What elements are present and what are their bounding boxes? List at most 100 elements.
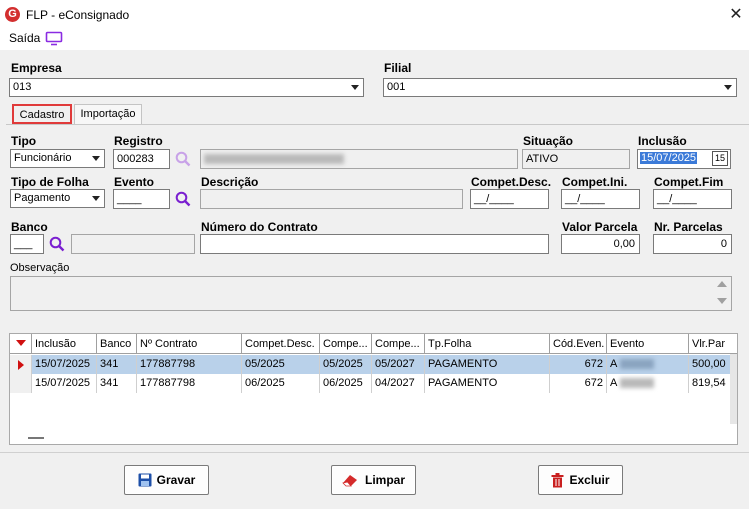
sort-indicator-icon[interactable] bbox=[10, 334, 32, 354]
column-header[interactable]: Evento bbox=[607, 334, 689, 354]
cell-evento: A bbox=[607, 355, 689, 374]
banco-label: Banco bbox=[11, 220, 48, 234]
evento-field[interactable]: ____ bbox=[113, 189, 170, 209]
search-icon[interactable] bbox=[49, 236, 65, 252]
nr-parcelas-field[interactable]: 0 bbox=[653, 234, 732, 254]
empresa-select[interactable]: 013 bbox=[9, 78, 364, 97]
chevron-down-icon bbox=[89, 191, 103, 206]
scroll-down-icon[interactable] bbox=[717, 298, 727, 304]
cell-compet-desc: 06/2025 bbox=[242, 374, 320, 393]
contracts-grid[interactable]: Inclusão Banco Nº Contrato Compet.Desc. … bbox=[9, 333, 738, 445]
save-icon bbox=[138, 473, 152, 487]
filial-value: 001 bbox=[387, 81, 406, 93]
column-header[interactable]: Vlr.Par bbox=[689, 334, 737, 354]
column-header[interactable]: Compe... bbox=[372, 334, 425, 354]
close-icon[interactable]: ✕ bbox=[727, 4, 745, 24]
column-header[interactable]: Banco bbox=[97, 334, 137, 354]
empresa-label: Empresa bbox=[11, 61, 62, 75]
tipo-label: Tipo bbox=[11, 134, 37, 148]
tab-cadastro[interactable]: Cadastro bbox=[12, 104, 72, 124]
evento-label: Evento bbox=[114, 175, 155, 189]
trash-icon bbox=[551, 472, 564, 487]
cell-banco: 341 bbox=[97, 374, 137, 393]
gravar-button[interactable]: Gravar bbox=[124, 465, 209, 495]
column-header[interactable]: Nº Contrato bbox=[137, 334, 242, 354]
valor-parcela-field[interactable]: 0,00 bbox=[561, 234, 640, 254]
descricao-label: Descrição bbox=[201, 175, 259, 189]
compet-ini-field[interactable]: __/____ bbox=[561, 189, 640, 209]
compet-fim-field[interactable]: __/____ bbox=[653, 189, 732, 209]
gravar-label: Gravar bbox=[156, 473, 196, 487]
column-header[interactable]: Inclusão bbox=[32, 334, 97, 354]
numero-contrato-label: Número do Contrato bbox=[201, 220, 318, 234]
compet-desc-label: Compet.Desc. bbox=[471, 175, 552, 189]
grid-header: Inclusão Banco Nº Contrato Compet.Desc. … bbox=[10, 334, 737, 354]
monitor-icon[interactable] bbox=[45, 31, 63, 46]
cell-cod-even: 672 bbox=[550, 374, 607, 393]
nr-parcelas-label: Nr. Parcelas bbox=[654, 220, 723, 234]
redacted-name bbox=[204, 154, 344, 165]
excluir-label: Excluir bbox=[569, 473, 610, 487]
situacao-label: Situação bbox=[523, 134, 574, 148]
redacted-evento bbox=[619, 378, 654, 389]
grid-vertical-scrollbar[interactable] bbox=[730, 354, 737, 424]
table-row[interactable]: 15/07/2025 341 177887798 06/2025 06/2025… bbox=[10, 374, 737, 393]
compet-desc-field[interactable]: __/____ bbox=[470, 189, 549, 209]
observacao-label: Observação bbox=[10, 262, 70, 274]
saida-menu-item[interactable]: Saída bbox=[9, 31, 40, 45]
grid-horizontal-scroll-thumb[interactable] bbox=[28, 437, 44, 439]
cell-compet-ini: 06/2025 bbox=[320, 374, 372, 393]
chevron-down-icon bbox=[89, 151, 103, 166]
cell-banco: 341 bbox=[97, 355, 137, 374]
compet-fim-label: Compet.Fim bbox=[654, 175, 724, 189]
cell-evento: A bbox=[607, 374, 689, 393]
table-row[interactable]: 15/07/2025 341 177887798 05/2025 05/2025… bbox=[10, 355, 737, 374]
filial-select[interactable]: 001 bbox=[383, 78, 737, 97]
row-pointer-icon bbox=[10, 355, 32, 374]
cell-compet-fim: 05/2027 bbox=[372, 355, 425, 374]
column-header[interactable]: Tp.Folha bbox=[425, 334, 550, 354]
search-icon[interactable] bbox=[175, 151, 191, 167]
excluir-button[interactable]: Excluir bbox=[538, 465, 623, 495]
situacao-field: ATIVO bbox=[522, 149, 630, 169]
limpar-label: Limpar bbox=[364, 473, 405, 487]
banco-field[interactable]: ___ bbox=[10, 234, 44, 254]
registro-field[interactable]: 000283 bbox=[113, 149, 170, 169]
observacao-textarea[interactable] bbox=[10, 276, 732, 311]
inclusao-label: Inclusão bbox=[638, 134, 687, 148]
cell-compet-ini: 05/2025 bbox=[320, 355, 372, 374]
tipo-folha-label: Tipo de Folha bbox=[11, 175, 89, 189]
numero-contrato-field[interactable] bbox=[200, 234, 549, 254]
calendar-icon[interactable]: 15 bbox=[712, 151, 728, 166]
eraser-icon bbox=[342, 475, 357, 487]
column-header[interactable]: Cód.Even. bbox=[550, 334, 607, 354]
cell-inclusao: 15/07/2025 bbox=[32, 374, 97, 393]
window-title: FLP - eConsignado bbox=[26, 8, 130, 22]
chevron-down-icon bbox=[348, 80, 362, 95]
column-header[interactable]: Compe... bbox=[320, 334, 372, 354]
tipo-select[interactable]: Funcionário bbox=[10, 149, 105, 168]
registro-name-field bbox=[200, 149, 518, 169]
empresa-value: 013 bbox=[13, 81, 32, 93]
tipo-value: Funcionário bbox=[14, 152, 72, 164]
cell-cod-even: 672 bbox=[550, 355, 607, 374]
cell-contrato: 177887798 bbox=[137, 374, 242, 393]
tipo-folha-select[interactable]: Pagamento bbox=[10, 189, 105, 208]
search-icon[interactable] bbox=[175, 191, 191, 207]
scroll-up-icon[interactable] bbox=[717, 281, 727, 287]
cell-evento-text: A bbox=[610, 377, 617, 389]
limpar-button[interactable]: Limpar bbox=[331, 465, 416, 495]
cell-tp-folha: PAGAMENTO bbox=[425, 374, 550, 393]
redacted-evento bbox=[619, 359, 654, 370]
banco-name-field bbox=[71, 234, 195, 254]
cell-contrato: 177887798 bbox=[137, 355, 242, 374]
tab-importacao[interactable]: Importação bbox=[74, 104, 142, 124]
menu-bar bbox=[0, 30, 749, 50]
row-indicator bbox=[10, 374, 32, 393]
tipo-folha-value: Pagamento bbox=[14, 192, 71, 204]
cell-compet-fim: 04/2027 bbox=[372, 374, 425, 393]
descricao-field bbox=[200, 189, 463, 209]
column-header[interactable]: Compet.Desc. bbox=[242, 334, 320, 354]
filial-label: Filial bbox=[384, 61, 412, 75]
inclusao-date-value: 15/07/2025 bbox=[640, 152, 698, 164]
